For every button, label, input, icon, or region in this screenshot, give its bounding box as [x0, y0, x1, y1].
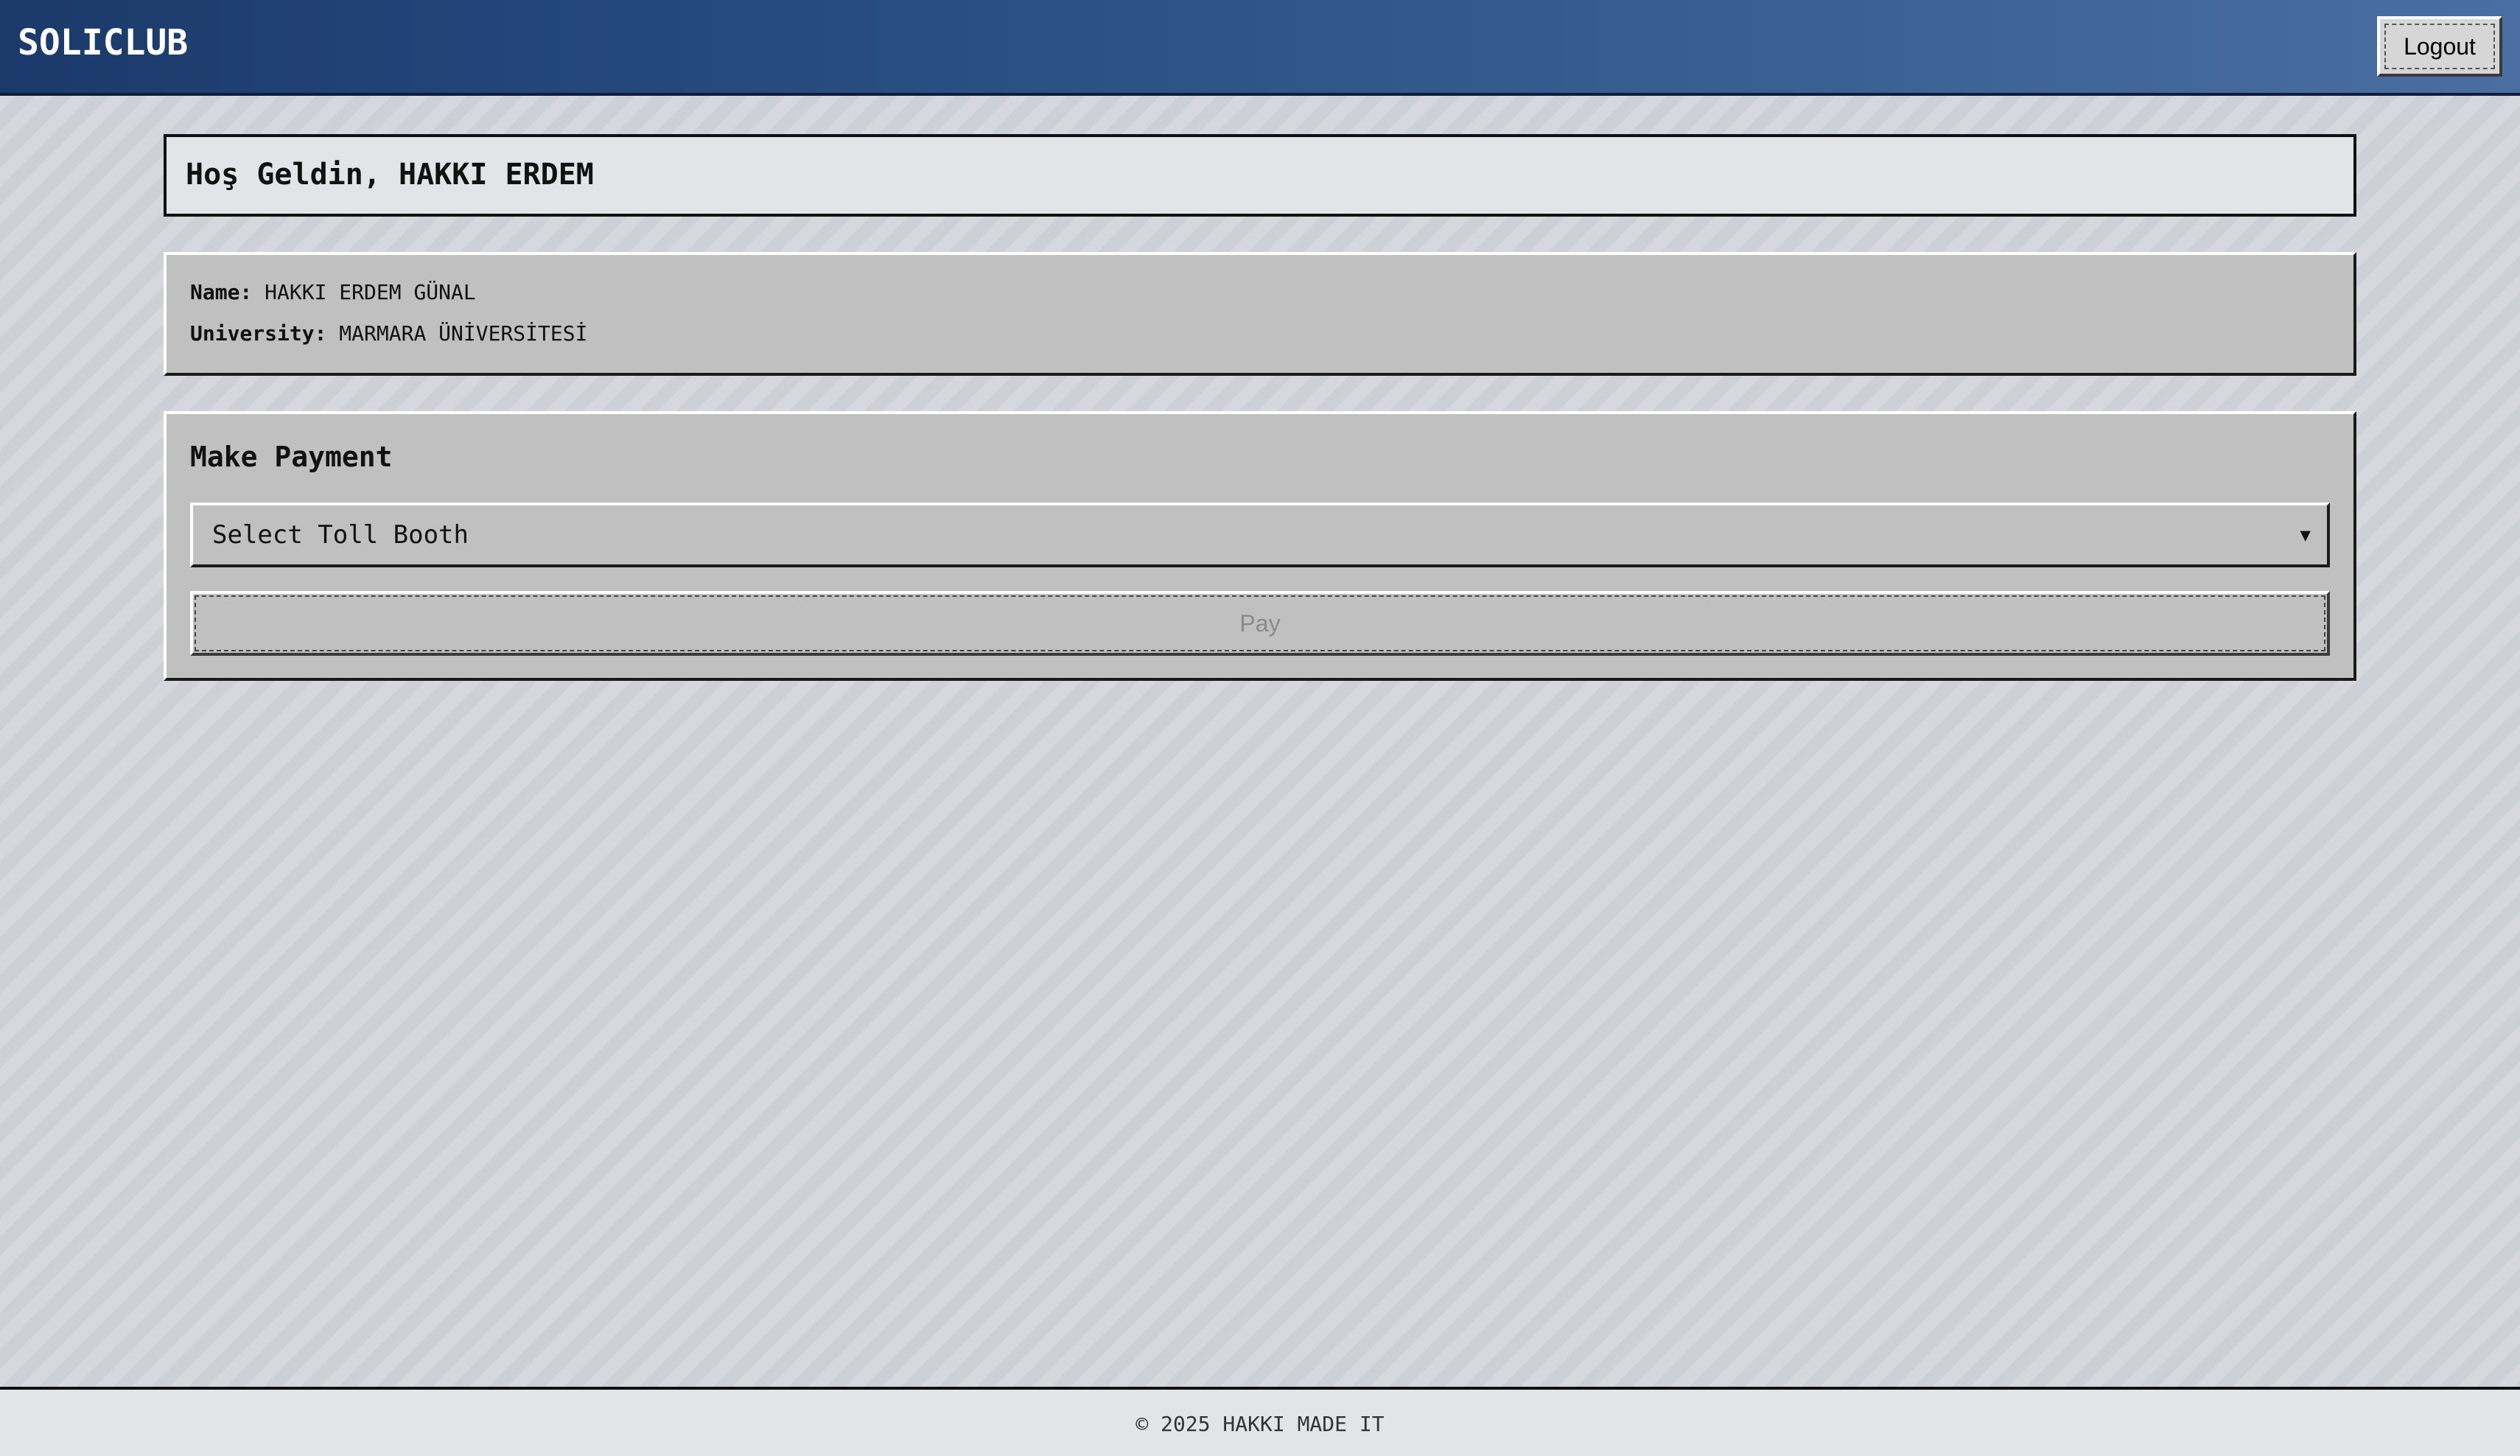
name-label: Name:: [190, 280, 253, 304]
welcome-title: Hoş Geldin, HAKKI ERDEM: [186, 158, 594, 192]
app-header: SOLICLUB Logout: [0, 0, 2520, 96]
app-footer: © 2025 HAKKI MADE IT: [0, 1387, 2520, 1456]
profile-name-row: Name: HAKKI ERDEM GÜNAL: [190, 280, 476, 304]
payment-panel: Make Payment Select Toll Booth ▼ Pay: [164, 411, 2356, 681]
logout-button[interactable]: Logout: [2377, 16, 2502, 77]
app-brand: SOLICLUB: [18, 22, 189, 63]
welcome-panel: Hoş Geldin, HAKKI ERDEM: [164, 134, 2356, 217]
footer-copyright: © 2025 HAKKI MADE IT: [1135, 1412, 1385, 1436]
university-value: MARMARA ÜNİVERSİTESİ: [339, 321, 588, 346]
name-value: HAKKI ERDEM GÜNAL: [265, 280, 476, 304]
profile-info-panel: Name: HAKKI ERDEM GÜNAL University: MARM…: [164, 252, 2356, 376]
payment-title: Make Payment: [190, 441, 393, 473]
chevron-down-icon: ▼: [2300, 525, 2311, 545]
university-label: University:: [190, 321, 327, 346]
toll-booth-select-value: Select Toll Booth: [212, 520, 469, 550]
pay-button[interactable]: Pay: [190, 591, 2330, 656]
toll-booth-select[interactable]: Select Toll Booth ▼: [190, 503, 2330, 567]
profile-university-row: University: MARMARA ÜNİVERSİTESİ: [190, 321, 587, 346]
